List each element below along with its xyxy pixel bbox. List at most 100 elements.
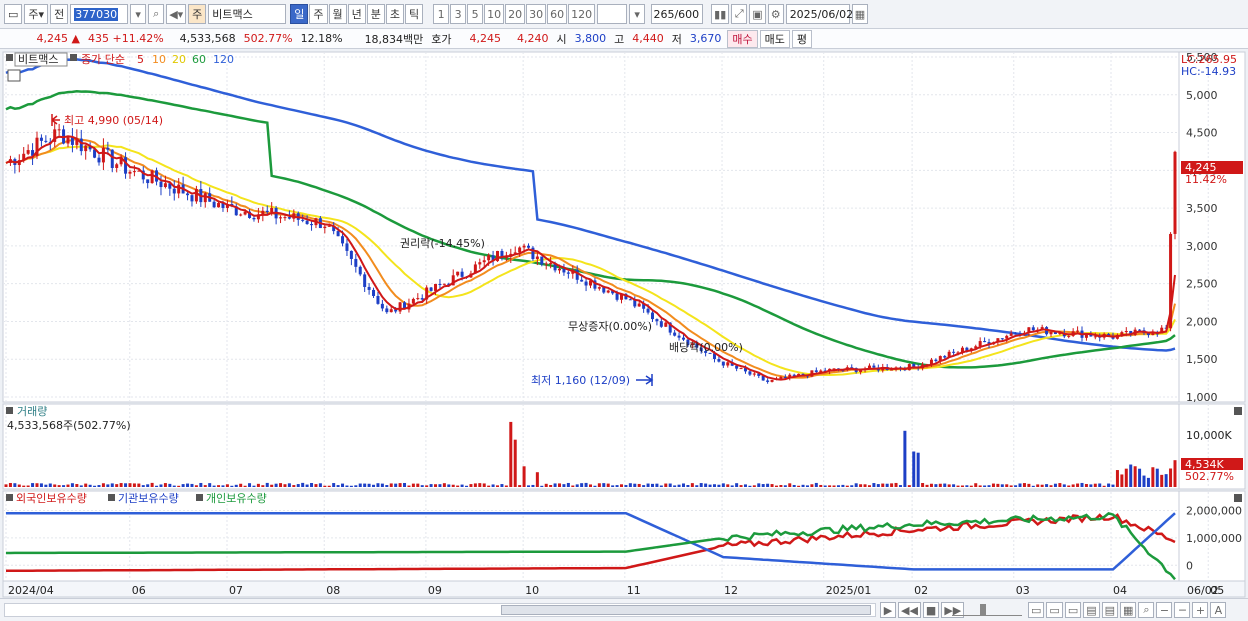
interval-1[interactable]: 1 xyxy=(433,4,450,24)
interval-custom-input[interactable] xyxy=(597,4,628,24)
avg-button[interactable]: 평 xyxy=(791,29,813,48)
interval-3[interactable]: 3 xyxy=(450,4,467,24)
buy-label: 매수 xyxy=(732,32,753,46)
volume-bar xyxy=(717,484,721,487)
prev-button[interactable]: 전 xyxy=(50,4,69,24)
volume-bar xyxy=(217,485,221,487)
split-view-icon[interactable]: ▭ xyxy=(1028,602,1045,618)
interval-60[interactable]: 60 xyxy=(547,4,568,24)
zoom-slider[interactable] xyxy=(952,604,1022,616)
font-size-icon[interactable]: A xyxy=(1210,602,1227,618)
count-input[interactable]: 265/600 xyxy=(651,4,704,24)
calendar-icon[interactable]: ▦ xyxy=(851,4,869,24)
period-tab-month[interactable]: 월 xyxy=(328,4,347,24)
volume-last-pct: 502.77% xyxy=(1185,470,1234,483)
candle-up xyxy=(203,193,207,203)
volume-bar xyxy=(624,485,628,487)
volume-bar xyxy=(97,485,101,487)
period-type-label: 주 xyxy=(28,8,39,21)
play-forward-icon[interactable]: ▶ xyxy=(880,602,896,618)
volume-bar xyxy=(699,483,703,487)
volume-bar xyxy=(146,484,150,487)
chart-scrollbar[interactable] xyxy=(4,603,876,617)
volume-bar xyxy=(124,483,128,487)
legend-ma60: 60 xyxy=(192,53,206,66)
candle-icon[interactable]: ▮▮ xyxy=(711,4,730,24)
chart-scroll-area: ▶ ◀◀ ■ ▶▶ ▭ ▭ ▭ ▤ ▤ ▦ ⌕ − ─ + A xyxy=(0,598,1248,621)
fullscreen-icon[interactable]: ▦ xyxy=(1120,602,1137,618)
buy-button[interactable]: 매수 xyxy=(727,29,758,48)
stock-name-field[interactable]: 비트맥스 xyxy=(208,4,287,24)
interval-20[interactable]: 20 xyxy=(505,4,526,24)
sell-button[interactable]: 매도 xyxy=(759,29,790,48)
magnify-icon[interactable]: ⌕ xyxy=(1138,602,1155,618)
zoom-in-icon[interactable]: + xyxy=(1192,602,1209,618)
interval-120[interactable]: 120 xyxy=(568,4,596,24)
stock-code-input[interactable]: 377030 xyxy=(70,4,129,24)
period-day-label: 일 xyxy=(294,8,305,21)
candle-down xyxy=(1138,329,1142,331)
volume-bar xyxy=(1049,485,1053,487)
interval-10[interactable]: 10 xyxy=(484,4,505,24)
x-axis-label: 08 xyxy=(326,584,340,597)
price-y-tick: 1,500 xyxy=(1186,353,1218,366)
candle-down xyxy=(983,341,987,343)
export-icon[interactable]: ▤ xyxy=(1083,602,1100,618)
print-icon[interactable]: ▤ xyxy=(1101,602,1119,618)
period-type-select[interactable]: 주 ▾ xyxy=(24,4,49,24)
overlay-icon[interactable]: ▭ xyxy=(1064,602,1082,618)
stop-icon[interactable]: ■ xyxy=(922,602,940,618)
volume-bar xyxy=(128,483,132,487)
volume-bar xyxy=(1093,483,1097,487)
stock-chart[interactable]: 5,5005,0004,5004,0003,5003,0002,5002,000… xyxy=(0,50,1248,598)
volume-bar xyxy=(531,484,535,487)
period-tab-week[interactable]: 주 xyxy=(309,4,328,24)
gear-icon[interactable]: ⚙ xyxy=(767,4,784,24)
price-y-tick: 2,500 xyxy=(1186,278,1218,291)
period-tick-label: 틱 xyxy=(409,8,420,21)
dividend-annotation: 배당락(0.00%) xyxy=(669,341,743,354)
period-tab-tick[interactable]: 틱 xyxy=(405,4,424,24)
volume-bar xyxy=(1071,484,1075,487)
rewind-icon[interactable]: ◀◀ xyxy=(898,602,921,618)
volume-bar xyxy=(17,484,21,487)
volume-bar xyxy=(819,484,823,487)
zoom-slider-handle[interactable] xyxy=(980,604,986,616)
candle-up xyxy=(1173,151,1177,234)
holdings-close-icon[interactable] xyxy=(1234,494,1242,502)
scrollbar-thumb[interactable] xyxy=(501,605,871,615)
interval-dropdown-icon[interactable]: ▾ xyxy=(629,4,646,24)
line-tool-icon[interactable]: ⤢ xyxy=(731,4,748,24)
volume-close-icon[interactable] xyxy=(1234,407,1242,415)
code-dropdown-icon[interactable]: ▾ xyxy=(130,4,147,24)
interval-5[interactable]: 5 xyxy=(467,4,484,24)
candle-down xyxy=(380,303,384,309)
zoom-out-icon[interactable]: − xyxy=(1156,602,1173,618)
period-tabs: 일 주 월 년 분 초 틱 xyxy=(290,4,424,24)
interval-60-label: 60 xyxy=(550,7,565,21)
candle-up xyxy=(1151,333,1155,336)
volume-bar xyxy=(469,484,473,487)
period-tab-minute[interactable]: 분 xyxy=(366,4,385,24)
volume-bar xyxy=(619,484,623,487)
date-input[interactable]: 2025/06/02 xyxy=(785,4,853,24)
period-tab-year[interactable]: 년 xyxy=(347,4,366,24)
layout-icon[interactable]: ▭ xyxy=(4,4,23,24)
volume-title: 거래량 xyxy=(17,405,47,418)
period-tab-second[interactable]: 초 xyxy=(385,4,405,24)
volume-bar xyxy=(748,485,752,487)
period-tab-day[interactable]: 일 xyxy=(290,4,309,24)
candle-down xyxy=(341,236,345,244)
compare-icon[interactable]: ▭ xyxy=(1046,602,1063,618)
speaker-icon[interactable]: ◀▾ xyxy=(166,4,187,24)
save-icon[interactable]: ▣ xyxy=(749,4,766,24)
interval-30[interactable]: 30 xyxy=(526,4,547,24)
table-icon[interactable] xyxy=(7,69,21,82)
volume-bar xyxy=(261,485,265,487)
line-icon[interactable]: ─ xyxy=(1174,602,1191,618)
volume-bar xyxy=(974,483,978,487)
volume-bar xyxy=(163,483,167,487)
volume-bar xyxy=(456,485,460,487)
search-icon[interactable]: ⌕ xyxy=(148,4,165,24)
count-value: 265 xyxy=(653,7,675,21)
